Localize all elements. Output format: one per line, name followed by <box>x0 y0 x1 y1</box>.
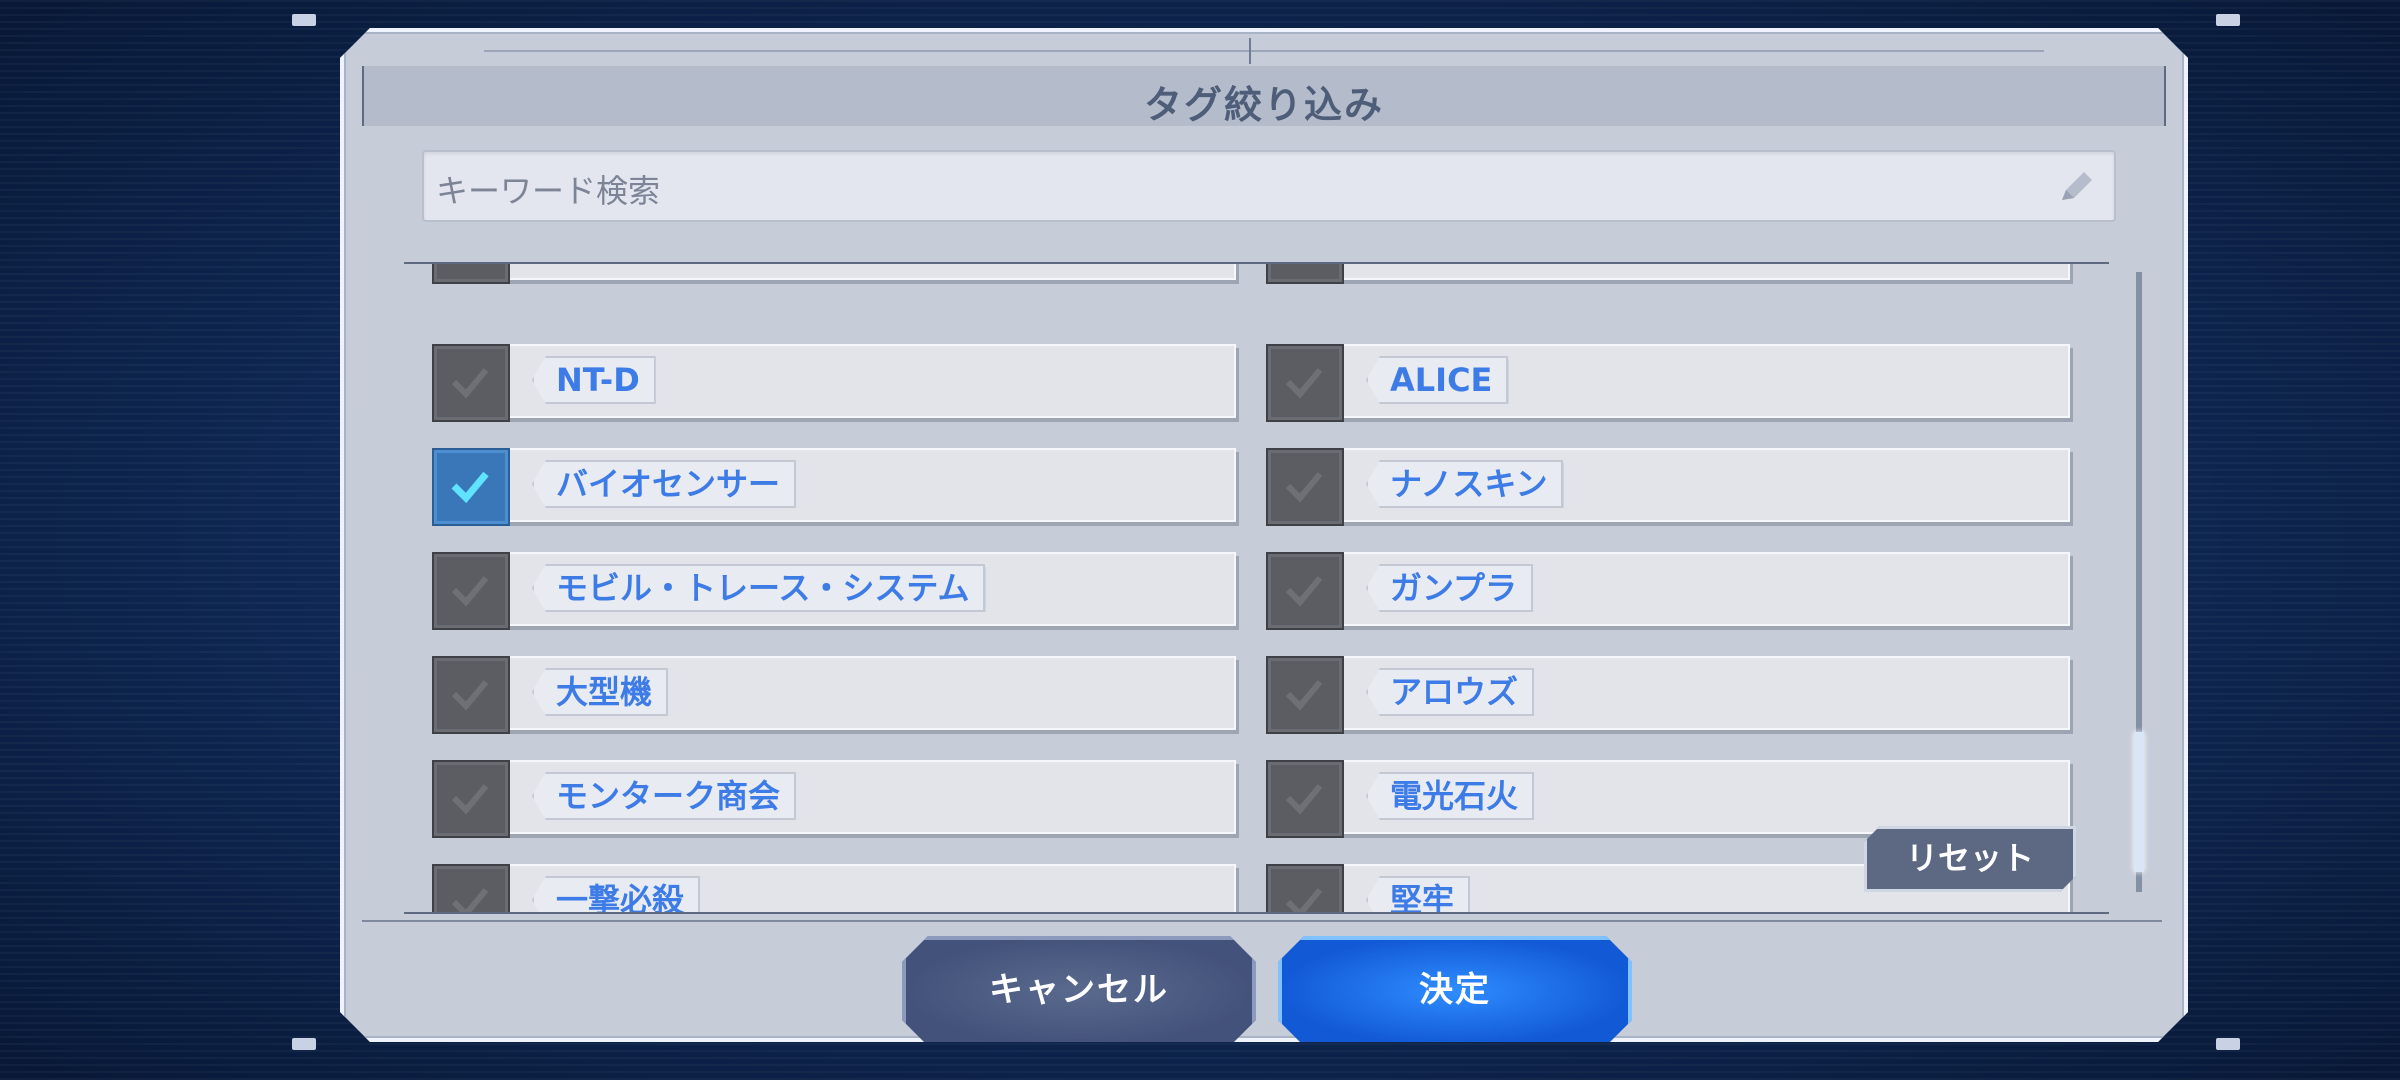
tag-row[interactable]: ナノスキン <box>1266 448 2070 522</box>
check-icon <box>1280 774 1328 822</box>
tag-checkbox[interactable] <box>432 552 510 630</box>
tag-row[interactable]: ガンプラ <box>1266 552 2070 626</box>
tag-checkbox-checked[interactable] <box>432 448 510 526</box>
tag-checkbox[interactable] <box>432 656 510 734</box>
frame-top-line <box>484 50 2044 52</box>
dialog-title: タグ絞り込み <box>1143 83 1384 127</box>
tag-label: アロウズ <box>1366 668 1534 716</box>
tag-label: 一撃必殺 <box>532 876 700 914</box>
check-icon <box>446 878 494 914</box>
tag-row[interactable]: モンターク商会 <box>432 760 1236 834</box>
check-icon <box>1280 566 1328 614</box>
scrollbar-thumb[interactable] <box>2134 732 2144 872</box>
check-icon <box>1280 462 1328 510</box>
tag-checkbox[interactable] <box>432 344 510 422</box>
check-icon <box>446 566 494 614</box>
reset-button[interactable]: リセット <box>1864 826 2076 892</box>
footer-divider <box>362 920 2162 922</box>
tag-checkbox[interactable] <box>1266 552 1344 630</box>
pencil-icon[interactable] <box>2054 164 2098 208</box>
tag-checkbox[interactable] <box>432 760 510 838</box>
tag-row-partial <box>432 264 1236 280</box>
check-icon <box>1280 670 1328 718</box>
tag-label: 大型機 <box>532 668 668 716</box>
tag-checkbox[interactable] <box>1266 760 1344 838</box>
tag-list[interactable]: NT-D ALICE バイオセンサー ナノスキン モビル・トレース・システム ガ… <box>404 264 2109 914</box>
tag-row[interactable]: 一撃必殺 <box>432 864 1236 914</box>
cancel-button-label: キャンセル <box>989 970 1169 1010</box>
tag-checkbox[interactable] <box>1266 448 1344 526</box>
check-icon <box>446 774 494 822</box>
check-icon <box>446 358 494 406</box>
tag-label: バイオセンサー <box>532 460 796 508</box>
check-icon <box>446 670 494 718</box>
tag-label: モンターク商会 <box>532 772 796 820</box>
tag-checkbox[interactable] <box>1266 344 1344 422</box>
tag-row[interactable]: 大型機 <box>432 656 1236 730</box>
frame-corner-mark <box>2216 1038 2240 1050</box>
check-icon <box>446 462 494 510</box>
tag-row[interactable]: 電光石火 <box>1266 760 2070 834</box>
cancel-button[interactable]: キャンセル <box>902 936 1256 1046</box>
tag-row[interactable]: ALICE <box>1266 344 2070 418</box>
confirm-button[interactable]: 決定 <box>1278 936 1632 1046</box>
check-icon <box>1280 358 1328 406</box>
dialog-header: タグ絞り込み <box>362 66 2166 126</box>
frame-corner-mark <box>2216 14 2240 26</box>
tag-label: モビル・トレース・システム <box>532 564 985 612</box>
frame-corner-mark <box>292 1038 316 1050</box>
tag-row[interactable]: モビル・トレース・システム <box>432 552 1236 626</box>
list-bottom-border <box>404 912 2109 914</box>
tag-checkbox[interactable] <box>1266 656 1344 734</box>
check-icon <box>1280 878 1328 914</box>
tag-label: 堅牢 <box>1366 876 1470 914</box>
tag-checkbox[interactable] <box>1266 864 1344 914</box>
frame-corner-mark <box>292 14 316 26</box>
tag-row[interactable]: NT-D <box>432 344 1236 418</box>
tag-label: 電光石火 <box>1366 772 1534 820</box>
tag-filter-dialog: タグ絞り込み キーワード検索 NT-D ALICE バイオセンサー ナノスキン … <box>340 28 2188 1042</box>
frame-top-notch <box>1249 38 1251 64</box>
tag-row-partial <box>1266 264 2070 280</box>
search-placeholder: キーワード検索 <box>436 172 661 210</box>
tag-label: ガンプラ <box>1366 564 1533 612</box>
tag-checkbox <box>1266 264 1344 284</box>
tag-label: NT-D <box>532 356 656 404</box>
tag-row[interactable]: アロウズ <box>1266 656 2070 730</box>
tag-row[interactable]: バイオセンサー <box>432 448 1236 522</box>
confirm-button-label: 決定 <box>1419 970 1491 1010</box>
tag-checkbox[interactable] <box>432 864 510 914</box>
tag-checkbox <box>432 264 510 284</box>
keyword-search-input[interactable]: キーワード検索 <box>422 150 2116 222</box>
tag-label: ALICE <box>1366 356 1508 404</box>
tag-label: ナノスキン <box>1366 460 1563 508</box>
